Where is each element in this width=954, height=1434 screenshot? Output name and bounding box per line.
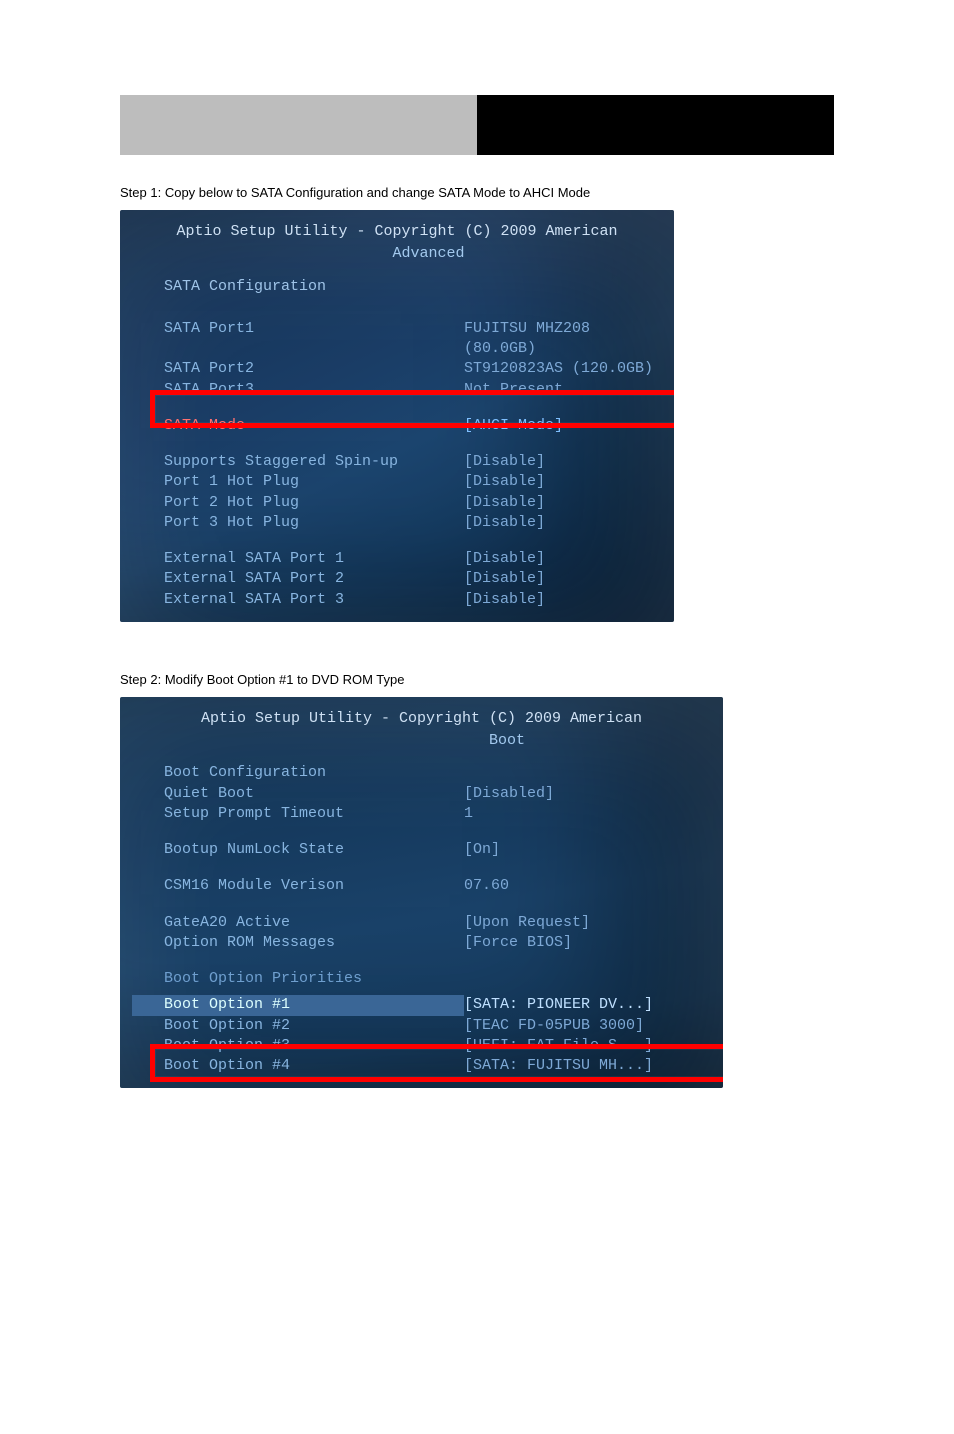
table-row[interactable]: Bootup NumLock State [On] [132, 840, 711, 860]
bios2-gatea20-label: GateA20 Active [132, 913, 464, 933]
bios1-opt0-value: [Disable] [464, 452, 662, 472]
bios1-opt0-label: Supports Staggered Spin-up [132, 452, 464, 472]
bios2-csm-label: CSM16 Module Verison [132, 876, 464, 896]
bios2-opt1-value: [SATA: PIONEER DV...] [464, 995, 711, 1015]
bios1-port1-value: FUJITSU MHZ208 (80.0GB) [464, 319, 662, 360]
step2-text: Modify Boot Option #1 to DVD ROM Type [165, 672, 405, 687]
bios2-opt2-label: Boot Option #2 [132, 1016, 464, 1036]
highlight-box-boot-option-1 [150, 1044, 723, 1082]
bios2-title: Aptio Setup Utility - Copyright (C) 2009… [132, 709, 711, 729]
bios-screenshot-1: Aptio Setup Utility - Copyright (C) 2009… [120, 210, 674, 622]
bios-screenshot-2: Aptio Setup Utility - Copyright (C) 2009… [120, 697, 723, 1089]
table-row[interactable]: Boot Option #2 [TEAC FD-05PUB 3000] [132, 1016, 711, 1036]
bios2-bootcfg-value [464, 763, 711, 783]
bios2-tabs: Boot [132, 731, 711, 751]
bios1-ext2-label: External SATA Port 3 [132, 590, 464, 610]
table-row[interactable]: Quiet Boot [Disabled] [132, 784, 711, 804]
bios1-port2-value: ST9120823AS (120.0GB) [464, 359, 662, 379]
header-right-block [477, 95, 834, 155]
bios2-optrom-label: Option ROM Messages [132, 933, 464, 953]
table-row: SATA Port2 ST9120823AS (120.0GB) [132, 359, 662, 379]
table-row[interactable]: Port 1 Hot Plug [Disable] [132, 472, 662, 492]
bios2-numlock-value: [On] [464, 840, 711, 860]
bios2-quietboot-value: [Disabled] [464, 784, 711, 804]
step1-prefix: Step 1: [120, 185, 161, 200]
table-row[interactable]: Supports Staggered Spin-up [Disable] [132, 452, 662, 472]
table-row[interactable]: Port 2 Hot Plug [Disable] [132, 493, 662, 513]
bios2-quietboot-label: Quiet Boot [132, 784, 464, 804]
bios1-ext0-label: External SATA Port 1 [132, 549, 464, 569]
bios2-csm-value: 07.60 [464, 876, 711, 896]
step2-line: Step 2: Modify Boot Option #1 to DVD ROM… [120, 672, 834, 687]
table-row[interactable]: External SATA Port 2 [Disable] [132, 569, 662, 589]
bios1-tabs: Advanced [132, 244, 662, 264]
table-row[interactable]: Option ROM Messages [Force BIOS] [132, 933, 711, 953]
table-row[interactable]: Setup Prompt Timeout 1 [132, 804, 711, 824]
bios2-opt2-value: [TEAC FD-05PUB 3000] [464, 1016, 711, 1036]
step1-text: Copy below to SATA Configuration and cha… [165, 185, 590, 200]
bios2-prio-header: Boot Option Priorities [132, 969, 711, 989]
bios1-port1-label: SATA Port1 [132, 319, 464, 360]
table-row: SATA Port1 FUJITSU MHZ208 (80.0GB) [132, 319, 662, 360]
bios2-opt1-label: Boot Option #1 [132, 995, 464, 1015]
table-row[interactable]: Port 3 Hot Plug [Disable] [132, 513, 662, 533]
bios2-optrom-value: [Force BIOS] [464, 933, 711, 953]
bios2-tab-boot: Boot [489, 732, 525, 749]
bios2-bootcfg-label: Boot Configuration [132, 763, 464, 783]
bios1-opt2-value: [Disable] [464, 493, 662, 513]
table-row[interactable]: External SATA Port 3 [Disable] [132, 590, 662, 610]
bios1-opt2-label: Port 2 Hot Plug [132, 493, 464, 513]
header-left-block [120, 95, 477, 155]
table-row[interactable]: External SATA Port 1 [Disable] [132, 549, 662, 569]
bios1-ext1-label: External SATA Port 2 [132, 569, 464, 589]
highlight-box-sata-mode [150, 390, 674, 428]
bios2-numlock-label: Bootup NumLock State [132, 840, 464, 860]
table-row[interactable]: GateA20 Active [Upon Request] [132, 913, 711, 933]
table-row: CSM16 Module Verison 07.60 [132, 876, 711, 896]
header-bar [120, 95, 834, 155]
bios1-ext2-value: [Disable] [464, 590, 662, 610]
bios2-gatea20-value: [Upon Request] [464, 913, 711, 933]
bios2-prompttimeout-label: Setup Prompt Timeout [132, 804, 464, 824]
bios1-opt1-label: Port 1 Hot Plug [132, 472, 464, 492]
bios1-tab-advanced: Advanced [393, 245, 465, 262]
bios2-prompttimeout-value: 1 [464, 804, 711, 824]
step1-line: Step 1: Copy below to SATA Configuration… [120, 185, 834, 200]
bios1-ext0-value: [Disable] [464, 549, 662, 569]
step2-prefix: Step 2: [120, 672, 161, 687]
bios1-opt1-value: [Disable] [464, 472, 662, 492]
bios1-opt3-value: [Disable] [464, 513, 662, 533]
bios1-title: Aptio Setup Utility - Copyright (C) 2009… [132, 222, 662, 242]
table-row: Boot Configuration [132, 763, 711, 783]
bios2-boot-option-1-row[interactable]: Boot Option #1 [SATA: PIONEER DV...] [132, 995, 711, 1015]
bios1-section-header: SATA Configuration [132, 277, 662, 297]
bios1-opt3-label: Port 3 Hot Plug [132, 513, 464, 533]
bios1-ext1-value: [Disable] [464, 569, 662, 589]
bios1-port2-label: SATA Port2 [132, 359, 464, 379]
